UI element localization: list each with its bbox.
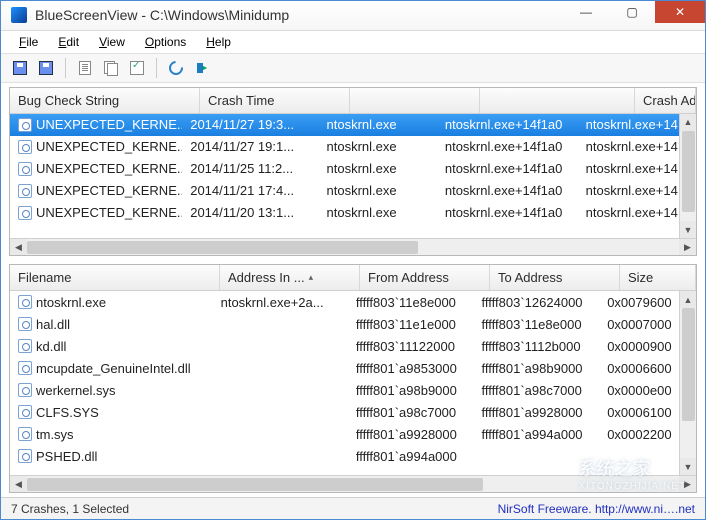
table-row[interactable]: CLFS.SYSfffff801`a98c7000fffff801`a99280…: [10, 401, 696, 423]
col-crash-address[interactable]: Crash Address: [635, 88, 696, 113]
scroll-thumb[interactable]: [27, 478, 483, 491]
status-text: 7 Crashes, 1 Selected: [11, 502, 129, 516]
app-icon: [11, 7, 27, 23]
horizontal-scrollbar[interactable]: ◀ ▶: [10, 238, 696, 255]
table-row[interactable]: UNEXPECTED_KERNE...2014/11/27 19:3...nto…: [10, 114, 696, 136]
module-icon: [18, 427, 32, 441]
table-row[interactable]: werkernel.sysfffff801`a98b9000fffff801`a…: [10, 379, 696, 401]
module-icon: [18, 317, 32, 331]
close-button[interactable]: ✕: [655, 1, 705, 23]
menu-edit[interactable]: Edit: [50, 34, 87, 50]
module-icon: [18, 339, 32, 353]
sort-indicator-icon: ▴: [309, 272, 314, 283]
maximize-button[interactable]: ▢: [609, 1, 655, 23]
scroll-down-arrow[interactable]: ▼: [680, 458, 696, 475]
credit-link[interactable]: http://www.ni….net: [595, 502, 695, 516]
menu-bar: File Edit View Options Help: [1, 31, 705, 53]
scroll-right-arrow[interactable]: ▶: [679, 476, 696, 493]
scroll-down-arrow[interactable]: ▼: [680, 221, 696, 238]
col-bug-check[interactable]: Bug Check String: [10, 88, 200, 113]
module-icon: [18, 361, 32, 375]
col-size[interactable]: Size: [620, 265, 696, 290]
module-icon: [18, 295, 32, 309]
module-list-header: Filename Address In ...▴ From Address To…: [10, 265, 696, 291]
window-titlebar: BlueScreenView - C:\Windows\Minidump — ▢…: [1, 1, 705, 31]
col-from-address[interactable]: From Address: [360, 265, 490, 290]
disk-icon: [39, 61, 53, 75]
table-row[interactable]: UNEXPECTED_KERNE...2014/11/21 17:4...nto…: [10, 180, 696, 202]
module-icon: [18, 383, 32, 397]
dump-icon: [18, 206, 32, 220]
refresh-icon: [166, 58, 186, 78]
col-file[interactable]: [350, 88, 480, 113]
menu-options[interactable]: Options: [137, 34, 194, 50]
exit-icon: [195, 61, 209, 75]
module-icon: [18, 405, 32, 419]
status-credit: NirSoft Freeware. http://www.ni….net: [498, 502, 695, 516]
menu-help[interactable]: Help: [198, 34, 239, 50]
table-row[interactable]: ntoskrnl.exentoskrnl.exe+2a...fffff803`1…: [10, 291, 696, 313]
scroll-thumb[interactable]: [682, 308, 695, 421]
copy-button[interactable]: [100, 57, 122, 79]
window-title: BlueScreenView - C:\Windows\Minidump: [35, 7, 289, 23]
save-button[interactable]: [9, 57, 31, 79]
toolbar-separator: [156, 58, 157, 78]
table-row[interactable]: UNEXPECTED_KERNE...2014/11/20 13:1...nto…: [10, 202, 696, 224]
report-button[interactable]: [74, 57, 96, 79]
module-list-body[interactable]: ntoskrnl.exentoskrnl.exe+2a...fffff803`1…: [10, 291, 696, 475]
dump-icon: [18, 118, 32, 132]
scroll-left-arrow[interactable]: ◀: [10, 476, 27, 493]
table-row[interactable]: tm.sysfffff801`a9928000fffff801`a994a000…: [10, 423, 696, 445]
dump-icon: [18, 140, 32, 154]
horizontal-scrollbar[interactable]: ◀ ▶: [10, 475, 696, 492]
table-row[interactable]: hal.dllfffff803`11e1e000fffff803`11e8e00…: [10, 313, 696, 335]
crash-list-header: Bug Check String Crash Time Crash Addres…: [10, 88, 696, 114]
exit-button[interactable]: [191, 57, 213, 79]
crash-list-body[interactable]: UNEXPECTED_KERNE...2014/11/27 19:3...nto…: [10, 114, 696, 238]
status-bar: 7 Crashes, 1 Selected NirSoft Freeware. …: [1, 497, 705, 519]
scroll-up-arrow[interactable]: ▲: [680, 114, 696, 131]
menu-file[interactable]: File: [11, 34, 46, 50]
doc-icon: [79, 61, 91, 75]
module-list-pane: Filename Address In ...▴ From Address To…: [9, 264, 697, 493]
table-row[interactable]: UNEXPECTED_KERNE...2014/11/25 11:2...nto…: [10, 158, 696, 180]
vertical-scrollbar[interactable]: ▲ ▼: [679, 114, 696, 238]
vertical-scrollbar[interactable]: ▲ ▼: [679, 291, 696, 475]
table-row[interactable]: mcupdate_GenuineIntel.dllfffff801`a98530…: [10, 357, 696, 379]
dump-icon: [18, 162, 32, 176]
dump-icon: [18, 184, 32, 198]
scroll-right-arrow[interactable]: ▶: [679, 239, 696, 256]
table-row[interactable]: UNEXPECTED_KERNE...2014/11/27 19:1...nto…: [10, 136, 696, 158]
col-crash-time[interactable]: Crash Time: [200, 88, 350, 113]
crash-list-pane: Bug Check String Crash Time Crash Addres…: [9, 87, 697, 256]
table-row[interactable]: PSHED.dllfffff801`a994a000: [10, 445, 696, 467]
scroll-up-arrow[interactable]: ▲: [680, 291, 696, 308]
toolbar: [1, 53, 705, 83]
properties-button[interactable]: [126, 57, 148, 79]
disk-icon: [13, 61, 27, 75]
minimize-button[interactable]: —: [563, 1, 609, 23]
col-filename[interactable]: Filename: [10, 265, 220, 290]
menu-view[interactable]: View: [91, 34, 133, 50]
scroll-thumb[interactable]: [27, 241, 418, 254]
col-to-address[interactable]: To Address: [490, 265, 620, 290]
col-address-in-stack[interactable]: Address In ...▴: [220, 265, 360, 290]
module-icon: [18, 449, 32, 463]
props-icon: [130, 61, 144, 75]
toolbar-separator: [65, 58, 66, 78]
table-row[interactable]: kd.dllfffff803`11122000fffff803`1112b000…: [10, 335, 696, 357]
save-button-alt[interactable]: [35, 57, 57, 79]
copy-icon: [104, 61, 118, 75]
scroll-thumb[interactable]: [682, 131, 695, 212]
col-caused-by[interactable]: [480, 88, 635, 113]
refresh-button[interactable]: [165, 57, 187, 79]
scroll-left-arrow[interactable]: ◀: [10, 239, 27, 256]
